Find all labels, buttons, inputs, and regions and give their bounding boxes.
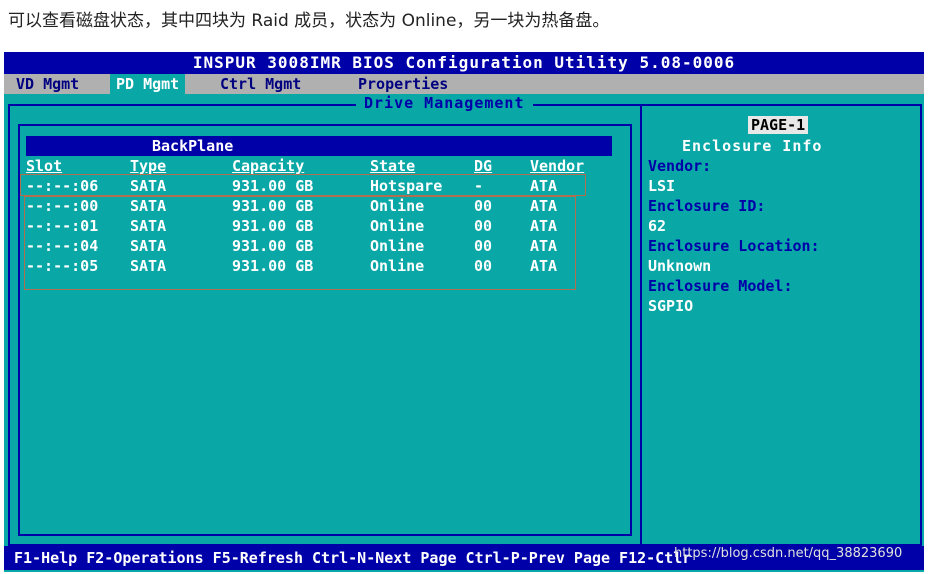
column-vendor: Vendor <box>530 157 585 175</box>
enclosure-location-label: Enclosure Location: <box>648 237 820 255</box>
watermark-text: https://blog.csdn.net/qq_38823690 <box>674 546 903 561</box>
tab-properties[interactable]: Properties <box>352 74 454 94</box>
backplane-header: BackPlane <box>26 136 612 156</box>
menu-bar: VD Mgmt PD Mgmt Ctrl Mgmt Properties <box>4 74 924 94</box>
panel-divider <box>640 104 642 544</box>
tab-ctrl-mgmt[interactable]: Ctrl Mgmt <box>214 74 307 94</box>
tab-pd-mgmt[interactable]: PD Mgmt <box>110 74 186 94</box>
online-highlight-box <box>24 196 576 290</box>
column-dg: DG <box>474 157 493 175</box>
enclosure-location-value: Unknown <box>648 257 712 275</box>
column-capacity: Capacity <box>232 157 305 175</box>
enclosure-id-label: Enclosure ID: <box>648 197 766 215</box>
bios-screen: INSPUR 3008IMR BIOS Configuration Utilit… <box>4 52 924 572</box>
vendor-label: Vendor: <box>648 157 712 175</box>
enclosure-id-value: 62 <box>648 217 667 235</box>
enclosure-model-value: SGPIO <box>648 297 694 315</box>
backplane-label: BackPlane <box>152 137 234 155</box>
hotspare-highlight-box <box>20 174 586 196</box>
caption-text: 可以查看磁盘状态，其中四块为 Raid 成员，状态为 Online，另一块为热备… <box>8 11 610 31</box>
enclosure-model-label: Enclosure Model: <box>648 277 793 295</box>
column-state: State <box>370 157 416 175</box>
vendor-value: LSI <box>648 177 676 195</box>
column-slot: Slot <box>26 157 63 175</box>
panel-title: Drive Management <box>356 94 533 112</box>
title-bar: INSPUR 3008IMR BIOS Configuration Utilit… <box>4 52 924 74</box>
page-badge: PAGE-1 <box>748 116 809 134</box>
tab-vd-mgmt[interactable]: VD Mgmt <box>10 74 85 94</box>
enclosure-info-heading: Enclosure Info <box>682 137 823 155</box>
column-type: Type <box>130 157 167 175</box>
